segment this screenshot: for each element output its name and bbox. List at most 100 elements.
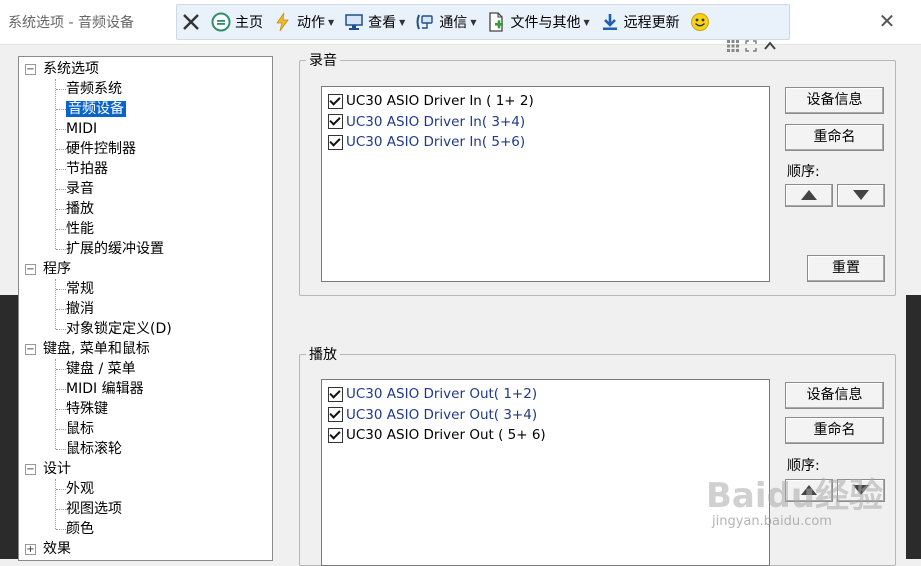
tree-group[interactable]: 效果: [43, 539, 71, 559]
tree-item[interactable]: 鼠标滚轮: [66, 439, 122, 459]
playback-group-label: 播放: [306, 344, 340, 364]
tree-connector: [55, 359, 56, 449]
device-checkbox[interactable]: [328, 93, 343, 109]
tree-item[interactable]: 视图选项: [66, 499, 122, 519]
expand-icon[interactable]: [745, 40, 757, 56]
tree-connector: [56, 89, 66, 90]
tree-connector: [56, 129, 66, 130]
file-icon: [486, 12, 506, 32]
tree-item[interactable]: 颜色: [66, 519, 94, 539]
toolbar-remote-update-button[interactable]: 远程更新: [596, 7, 686, 37]
background-strip-left: [0, 295, 18, 559]
watermark-logo: Baidu经验: [706, 476, 884, 516]
tree-expander-icon[interactable]: −: [25, 264, 36, 275]
recording-move-down-button[interactable]: [837, 184, 885, 207]
tree-group[interactable]: 设计: [43, 459, 71, 479]
device-checkbox[interactable]: [328, 114, 343, 129]
tree-item[interactable]: 特殊键: [66, 399, 108, 419]
tree-item[interactable]: 键盘 / 菜单: [66, 359, 136, 379]
tree-item[interactable]: 节拍器: [66, 159, 108, 179]
tree-item[interactable]: MIDI: [66, 119, 97, 139]
toolbar-home-button[interactable]: 主页: [207, 7, 269, 37]
tree-connector: [56, 529, 66, 530]
toolbar-close-icon[interactable]: [179, 10, 203, 34]
toolbar-view-label: 查看: [368, 15, 397, 31]
tree-group[interactable]: 程序: [43, 259, 71, 279]
tree-connector: [56, 189, 66, 190]
device-list-item[interactable]: UC30 ASIO Driver In( 5+6): [328, 132, 525, 152]
tree-group[interactable]: 键盘, 菜单和鼠标: [43, 339, 150, 359]
chevron-down-icon: ▼: [470, 17, 477, 27]
tree-item[interactable]: 录音: [66, 179, 94, 199]
tree-connector: [56, 249, 66, 250]
toolbar: 主页 动作 ▼ 查看 ▼ 通信 ▼ 文件与其他 ▼ 远程更新: [176, 4, 790, 40]
tree-item[interactable]: MIDI 编辑器: [66, 379, 144, 399]
device-list-item[interactable]: UC30 ASIO Driver In( 3+4): [328, 112, 525, 132]
connection-icon: [415, 12, 435, 32]
tree-item[interactable]: 性能: [66, 219, 94, 239]
home-icon: [211, 12, 231, 32]
device-checkbox[interactable]: [328, 407, 343, 422]
device-checkbox[interactable]: [328, 386, 343, 402]
tree-item[interactable]: 扩展的缓冲设置: [66, 239, 164, 259]
playback-device-list[interactable]: UC30 ASIO Driver Out( 1+2) UC30 ASIO Driv…: [321, 379, 770, 566]
recording-reset-button[interactable]: 重置: [807, 255, 885, 282]
download-icon: [600, 12, 620, 32]
recording-device-info-button[interactable]: 设备信息: [785, 87, 884, 114]
tree-item[interactable]: 撤消: [66, 299, 94, 319]
toolbar-action-button[interactable]: 动作 ▼: [269, 7, 340, 37]
tree-item[interactable]: 外观: [66, 479, 94, 499]
chevron-down-icon: ▼: [328, 17, 335, 27]
tree-connector: [56, 109, 66, 110]
arrow-up-icon: [801, 190, 817, 200]
chevron-down-icon: ▼: [583, 17, 590, 27]
tree-connector: [55, 479, 56, 529]
tree-item[interactable]: 常规: [66, 279, 94, 299]
tree-group[interactable]: 系统选项: [43, 59, 99, 79]
smiley-icon: [690, 12, 710, 32]
recording-move-up-button[interactable]: [785, 184, 833, 207]
tree-expander-icon[interactable]: +: [25, 544, 36, 555]
device-list-item[interactable]: UC30 ASIO Driver Out( 3+4): [328, 405, 537, 425]
toolbar-file-button[interactable]: 文件与其他 ▼: [482, 7, 595, 37]
tree-expander-icon[interactable]: −: [25, 464, 36, 475]
toolbar-view-button[interactable]: 查看 ▼: [340, 7, 411, 37]
playback-device-info-button[interactable]: 设备信息: [785, 382, 884, 409]
recording-device-list[interactable]: UC30 ASIO Driver In ( 1+ 2) UC30 ASIO Dri…: [321, 86, 770, 282]
device-list-item[interactable]: UC30 ASIO Driver In ( 1+ 2): [328, 91, 534, 111]
device-name: UC30 ASIO Driver In( 5+6): [346, 134, 526, 150]
tree-connector: [56, 309, 66, 310]
tree-item[interactable]: 音频系统: [66, 79, 122, 99]
background-strip-right: [906, 295, 921, 559]
tree-item[interactable]: 鼠标: [66, 419, 94, 439]
device-checkbox[interactable]: [328, 427, 343, 443]
tree-expander-icon[interactable]: −: [25, 344, 36, 355]
tree-connector: [55, 79, 56, 249]
device-checkbox[interactable]: [328, 134, 343, 150]
tree-item[interactable]: 硬件控制器: [66, 139, 136, 159]
recording-rename-button[interactable]: 重命名: [785, 124, 884, 151]
tree-connector: [55, 279, 56, 329]
tree-connector: [56, 489, 66, 490]
tree-connector: [56, 409, 66, 410]
device-list-item[interactable]: UC30 ASIO Driver Out( 1+2): [328, 384, 537, 404]
toolbar-communication-button[interactable]: 通信 ▼: [411, 7, 482, 37]
tree-connector: [56, 429, 66, 430]
chevron-up-icon[interactable]: [763, 40, 777, 56]
window-title: 系统选项 - 音频设备: [8, 15, 134, 31]
toolbar-action-label: 动作: [297, 15, 325, 31]
close-icon[interactable]: ✕: [876, 10, 898, 32]
tree-connector: [56, 389, 66, 390]
lightning-icon: [273, 12, 293, 32]
playback-rename-button[interactable]: 重命名: [785, 417, 884, 444]
toolbar-smiley-button[interactable]: [686, 7, 720, 37]
grid-icon[interactable]: [727, 40, 739, 56]
tree-connector: [56, 509, 66, 510]
device-name: UC30 ASIO Driver In( 3+4): [346, 113, 526, 130]
device-name: UC30 ASIO Driver In ( 1+ 2): [346, 93, 534, 109]
tree-expander-icon[interactable]: −: [25, 64, 36, 75]
tree-item-selected[interactable]: 音频设备: [66, 99, 126, 119]
tree-item[interactable]: 对象锁定定义(D): [66, 319, 172, 339]
tree-item[interactable]: 播放: [66, 199, 94, 219]
device-list-item[interactable]: UC30 ASIO Driver Out ( 5+ 6): [328, 425, 546, 445]
